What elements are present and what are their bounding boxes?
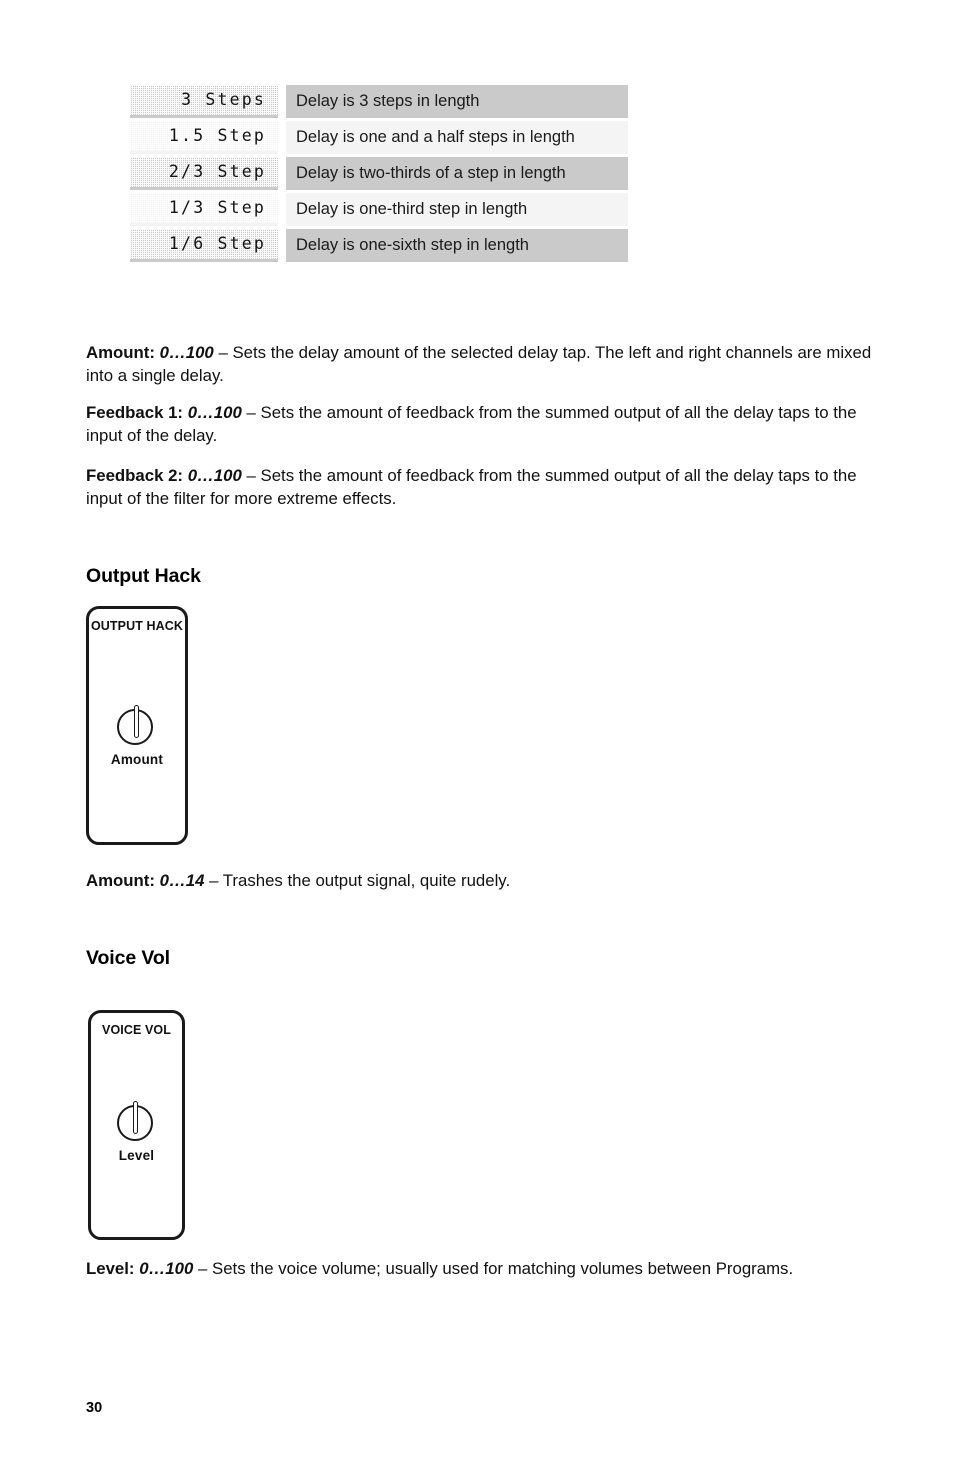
param-range: 0…100 [187,466,242,485]
table-cell-description: Delay is two-thirds of a step in length [286,157,628,190]
param-range: 0…100 [139,1259,194,1278]
lcd-value-text: 1/6 Step [130,229,278,259]
column-gap [278,121,286,154]
paragraph-output-hack-amount: Amount: 0…14 – Trashes the output signal… [86,870,876,893]
knob-pointer-indicator [133,1101,138,1134]
knob-label-level: Level [118,1148,155,1163]
table-cell-value: 3 Steps [130,85,278,118]
table-row: 1/3 Step Delay is one-third step in leng… [130,193,628,226]
knob-icon[interactable] [117,705,157,745]
lcd-value-text: 1/3 Step [130,193,278,223]
description-text: Delay is one-sixth step in length [296,236,529,254]
param-label: Amount: [86,871,155,890]
knob-pointer-indicator [133,705,139,738]
description-text: Delay is one-third step in length [296,200,528,218]
param-label: Feedback 1: [86,403,184,422]
param-label: Amount: [86,343,155,362]
table-row: 1/6 Step Delay is one-sixth step in leng… [130,229,628,262]
description-text: Delay is two-thirds of a step in length [296,164,566,182]
param-dash: – [246,466,256,485]
lcd-value-text: 2/3 Step [130,157,278,187]
delay-steps-table: 3 Steps Delay is 3 steps in length 1.5 S… [130,85,628,262]
lcd-value-text: 1.5 Step [130,121,278,151]
output-hack-module-panel: OUTPUT HACK Amount [86,606,188,845]
knob-icon[interactable] [116,1101,157,1141]
param-dash: – [209,871,219,890]
output-hack-knob-group[interactable]: Amount [89,705,185,767]
column-gap [278,85,286,118]
paragraph-feedback-1: Feedback 1: 0…100 – Sets the amount of f… [86,402,876,447]
param-dash: – [218,343,228,362]
param-label: Feedback 2: [86,466,184,485]
table-cell-value: 1.5 Step [130,121,278,154]
param-range: 0…100 [187,403,242,422]
table-cell-value: 1/3 Step [130,193,278,226]
paragraph-voice-vol-level: Level: 0…100 – Sets the voice volume; us… [86,1258,876,1281]
table-cell-value: 2/3 Step [130,157,278,190]
param-text: Sets the voice volume; usually used for … [212,1259,794,1278]
paragraph-feedback-2: Feedback 2: 0…100 – Sets the amount of f… [86,465,876,510]
param-dash: – [197,1259,208,1278]
column-gap [278,193,286,226]
section-heading-voice-vol: Voice Vol [86,947,170,969]
param-label: Level: [86,1259,135,1278]
page-number: 30 [86,1400,103,1416]
description-text: Delay is one and a half steps in length [296,128,575,146]
lcd-value-text: 3 Steps [130,85,278,115]
voice-vol-knob-group[interactable]: Level [91,1101,182,1163]
paragraph-amount: Amount: 0…100 – Sets the delay amount of… [86,342,876,387]
table-row: 3 Steps Delay is 3 steps in length [130,85,628,118]
knob-label-amount: Amount [110,752,164,767]
voice-vol-module-panel: VOICE VOL Level [88,1010,185,1240]
column-gap [278,157,286,190]
table-cell-description: Delay is 3 steps in length [286,85,628,118]
description-text: Delay is 3 steps in length [296,92,480,110]
param-range: 0…100 [159,343,214,362]
panel-title-output-hack: OUTPUT HACK [90,619,184,633]
column-gap [278,229,286,262]
table-row: 1.5 Step Delay is one and a half steps i… [130,121,628,154]
param-dash: – [246,403,256,422]
panel-title-voice-vol: VOICE VOL [102,1023,171,1037]
table-cell-value: 1/6 Step [130,229,278,262]
table-row: 2/3 Step Delay is two-thirds of a step i… [130,157,628,190]
param-text: Trashes the output signal, quite rudely. [222,871,511,890]
section-heading-output-hack: Output Hack [86,565,201,587]
table-cell-description: Delay is one-sixth step in length [286,229,628,262]
param-range: 0…14 [159,871,205,890]
table-cell-description: Delay is one and a half steps in length [286,121,628,154]
table-cell-description: Delay is one-third step in length [286,193,628,226]
